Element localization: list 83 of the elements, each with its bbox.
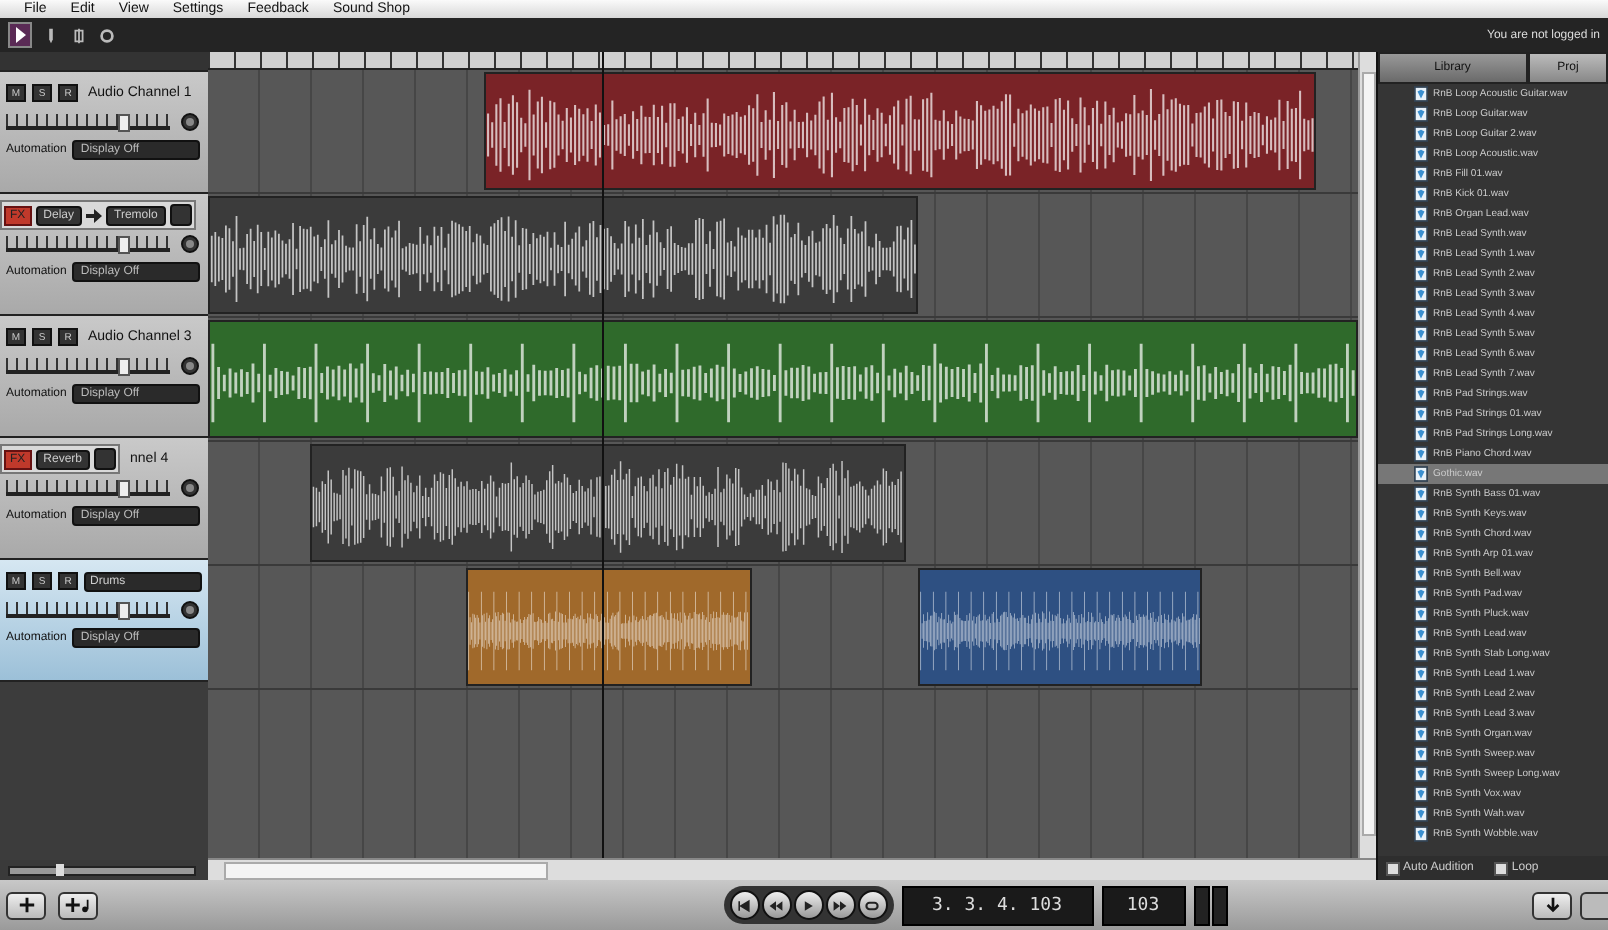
position-display: 3. 3. 4. 103 (901, 885, 1093, 925)
add-track-button[interactable] (6, 891, 46, 919)
fast-forward-button[interactable] (825, 890, 855, 920)
zoom-tool-icon[interactable] (98, 25, 116, 45)
pan-knob[interactable] (180, 356, 200, 376)
audio-file-icon (1413, 666, 1428, 682)
checkbox[interactable] (1493, 861, 1508, 875)
audio-clip[interactable] (483, 72, 1316, 190)
zoom-slider[interactable] (8, 865, 196, 875)
pan-knob[interactable] (180, 112, 200, 132)
skip-back-icon (736, 897, 752, 913)
audio-file-icon (1413, 586, 1428, 602)
tempo-display: 103 (1101, 885, 1185, 925)
audio-file-icon (1413, 266, 1428, 282)
audio-clip[interactable] (207, 196, 918, 314)
split-tool-icon[interactable] (70, 25, 88, 45)
audio-file-icon (1413, 206, 1428, 222)
audio-file-icon (1413, 646, 1428, 662)
audio-file-icon (1413, 286, 1428, 302)
rewind-icon (768, 897, 784, 913)
plus-icon (17, 896, 35, 914)
audio-file-icon (1413, 346, 1428, 362)
audio-file-icon (1413, 466, 1428, 482)
audio-file-icon (1413, 606, 1428, 622)
audio-file-icon (1413, 86, 1428, 102)
audio-file-icon (1413, 166, 1428, 182)
download-button[interactable] (1532, 891, 1572, 919)
audio-file-icon (1413, 386, 1428, 402)
audio-file-icon (1413, 826, 1428, 842)
audio-file-icon (1413, 406, 1428, 422)
audio-clip[interactable] (310, 444, 906, 562)
play-button[interactable] (793, 890, 823, 920)
audio-file-icon (1413, 686, 1428, 702)
timeline-ruler[interactable] (207, 52, 1358, 70)
audio-file-icon (1413, 186, 1428, 202)
pointer-tool-icon[interactable] (8, 22, 32, 48)
audio-file-icon (1413, 726, 1428, 742)
skip-back-button[interactable] (729, 890, 759, 920)
fast-forward-icon (832, 897, 848, 913)
volume-slider[interactable] (6, 602, 170, 618)
pan-knob[interactable] (180, 600, 200, 620)
audio-file-icon (1413, 446, 1428, 462)
audio-file-icon (1413, 246, 1428, 262)
checkbox[interactable] (1385, 861, 1400, 875)
audio-file-icon (1413, 786, 1428, 802)
audio-file-icon (1413, 526, 1428, 542)
audio-clip[interactable] (207, 320, 1358, 438)
plus-note-icon (64, 896, 92, 914)
horizontal-scrollbar[interactable] (207, 858, 1376, 880)
audio-file-icon (1413, 126, 1428, 142)
audio-file-icon (1413, 106, 1428, 122)
play-icon (800, 897, 816, 913)
audio-file-icon (1413, 226, 1428, 242)
volume-slider[interactable] (6, 358, 170, 374)
audio-file-icon (1413, 546, 1428, 562)
audio-file-icon (1413, 806, 1428, 822)
volume-slider[interactable] (6, 236, 170, 252)
volume-slider[interactable] (6, 480, 170, 496)
audio-clip[interactable] (466, 568, 751, 686)
audio-file-icon (1413, 766, 1428, 782)
audio-file-icon (1413, 566, 1428, 582)
audio-file-icon (1413, 366, 1428, 382)
audio-file-icon (1413, 486, 1428, 502)
loop-button[interactable] (857, 890, 887, 920)
arrow-icon (86, 207, 103, 223)
audio-file-icon (1413, 326, 1428, 342)
pan-knob[interactable] (180, 478, 200, 498)
down-arrow-icon (1543, 896, 1561, 914)
audio-file-icon (1413, 426, 1428, 442)
rewind-button[interactable] (761, 890, 791, 920)
audio-file-icon (1413, 746, 1428, 762)
pan-knob[interactable] (180, 234, 200, 254)
audio-clip[interactable] (917, 568, 1202, 686)
loop-icon (864, 897, 880, 913)
audio-file-icon (1413, 306, 1428, 322)
audio-file-icon (1413, 626, 1428, 642)
volume-slider[interactable] (6, 114, 170, 130)
level-meter (1193, 885, 1227, 925)
audio-file-icon (1413, 706, 1428, 722)
audio-file-icon (1413, 506, 1428, 522)
audio-file-icon (1413, 146, 1428, 162)
add-audio-track-button[interactable] (58, 891, 98, 919)
panel-button[interactable] (1580, 891, 1608, 919)
